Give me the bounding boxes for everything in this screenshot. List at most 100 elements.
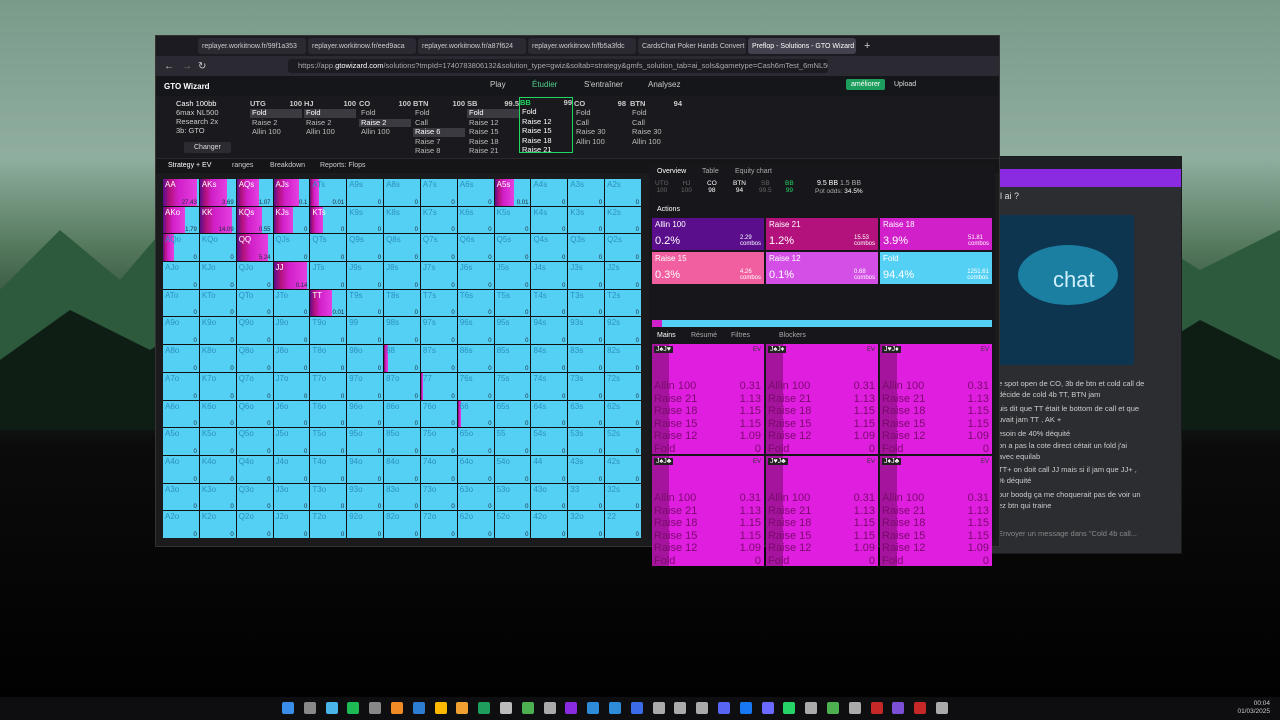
hand-cell[interactable]: Q4o 0 [236,455,273,483]
hand-cell[interactable]: 44 0 [531,455,568,483]
upload-button[interactable]: Upload [894,81,916,88]
position-action-option[interactable]: Raise 2 [304,118,356,128]
hand-cell[interactable]: 74o 0 [420,455,457,483]
hand-cell[interactable]: T2s 0 [605,289,641,317]
hand-cell[interactable]: 54o 0 [494,455,531,483]
hand-cell[interactable]: Q2s 0 [605,234,641,262]
taskbar-app-icon[interactable] [827,702,839,714]
hand-cell[interactable]: 94o 0 [347,455,384,483]
browser-tab[interactable]: CardsChat Poker Hands Convert [638,38,746,54]
hand-cell[interactable]: KTs 0 [310,206,347,234]
hand-cell[interactable]: 84o 0 [384,455,420,483]
hand-cell[interactable]: J4s 0 [531,262,568,289]
hand-cell[interactable]: AJs 0.1 [273,179,310,206]
hand-cell[interactable]: Q9s 0 [347,234,384,262]
hand-cell[interactable]: K7s 0 [420,206,457,234]
position-column-btn[interactable]: BTN 100 Fold Call Raise 6 Raise 7 Raise 8 [413,99,465,156]
browser-tab[interactable]: replayer.workitnow.fr/99f1a353 [198,38,306,54]
hand-cell[interactable]: J9s 0 [347,262,384,289]
hand-cell[interactable]: ATs 0.01 [310,179,347,206]
taskbar-app-icon[interactable] [936,702,948,714]
hand-cell[interactable]: T6o 0 [310,400,347,428]
change-settings-button[interactable]: Changer [184,142,231,153]
hand-cell[interactable]: Q7s 0 [420,234,457,262]
hand-cell[interactable]: 82s 0 [605,345,641,372]
hand-cell[interactable]: 72s 0 [605,372,641,400]
hand-cell[interactable]: 95s 0 [494,317,531,345]
hand-cell[interactable]: K5o 0 [199,428,236,455]
hand-cell[interactable]: 64o 0 [457,455,494,483]
hand-cell[interactable]: K6o 0 [199,400,236,428]
hand-cell[interactable]: Q6s 0 [457,234,494,262]
position-column-utg[interactable]: UTG 100 Fold Raise 2 Allin 100 [250,99,302,137]
hand-cell[interactable]: Q5o 0 [236,428,273,455]
hand-cell[interactable]: T4o 0 [310,455,347,483]
hand-cell[interactable]: J5o 0 [273,428,310,455]
hand-cell[interactable]: 73o 0 [420,483,457,511]
hand-cell[interactable]: QJo 0 [236,262,273,289]
hand-cell[interactable]: J8o 0 [273,345,310,372]
hand-cell[interactable]: K9o 0 [199,317,236,345]
browser-tab[interactable]: replayer.workitnow.fr/a87f624 [418,38,526,54]
hand-cell[interactable]: 84s 0 [531,345,568,372]
position-action-option[interactable]: Raise 2 [250,118,302,128]
hand-cell[interactable]: A3s 0 [568,179,605,206]
hand-cell[interactable]: K3s 0 [568,206,605,234]
hand-cell[interactable]: A4o 0 [163,455,199,483]
hand-cell[interactable]: 62o 0 [457,511,494,538]
hand-cell[interactable]: 32s 0 [605,483,641,511]
nav-analysez[interactable]: Analysez [648,80,680,89]
hand-cell[interactable]: K8o 0 [199,345,236,372]
taskbar-app-icon[interactable] [543,702,556,714]
breakdown-tab[interactable]: Breakdown [270,162,305,169]
position-action-option[interactable]: Raise 15 [467,127,519,137]
position-column-co[interactable]: CO 98 Fold Call Raise 30 Allin 100 [574,99,626,146]
forward-icon[interactable]: → [182,61,192,72]
hand-cell[interactable]: 95o 0 [347,428,384,455]
hand-cell[interactable]: J6s 0 [457,262,494,289]
hand-cell[interactable]: 92o 0 [347,511,384,538]
hand-cell[interactable]: 43o 0 [531,483,568,511]
hand-cell[interactable]: A6s 0 [457,179,494,206]
chat-message-input[interactable]: Envoyer un message dans "Cold 4b call... [998,529,1138,543]
position-action-option[interactable]: Allin 100 [630,137,682,147]
taskbar-app-icon[interactable] [412,702,425,714]
hand-cell[interactable]: KJs 0 [273,206,310,234]
position-column-co[interactable]: CO 100 Fold Raise 2 Allin 100 [359,99,411,137]
hand-detail-card[interactable]: J♥J♣ EV Allin 100 0.31 Raise 21 1.13 Raise 18 1… [766,456,878,566]
hand-cell[interactable]: 63o 0 [457,483,494,511]
hand-cell[interactable]: 93s 0 [568,317,605,345]
tab-equity-chart[interactable]: Equity chart [735,168,772,175]
action-summary-box[interactable]: Raise 18 3.9% 51.81 combos [880,218,992,250]
strategy-ev-dropdown[interactable]: Strategy + EV [168,162,211,169]
back-icon[interactable]: ← [164,61,174,72]
hand-cell[interactable]: Q6o 0 [236,400,273,428]
hand-detail-card[interactable]: J♠J♥ EV Allin 100 0.31 Raise 21 1.13 Raise 18 1… [652,344,764,454]
chat-image-preview[interactable]: chat [998,215,1134,365]
position-action-option[interactable]: Raise 7 [413,137,465,147]
hand-cell[interactable]: J4o 0 [273,455,310,483]
position-action-option[interactable]: Allin 100 [250,127,302,137]
browser-tab[interactable]: replayer.workitnow.fr/fb5a3fdc [528,38,636,54]
hands-subtab[interactable]: Filtres [731,332,750,339]
hand-cell[interactable]: Q7o 0 [236,372,273,400]
hand-cell[interactable]: T6s 0 [457,289,494,317]
hand-cell[interactable]: QTo 0 [236,289,273,317]
hand-cell[interactable]: 22 0 [605,511,641,538]
hand-cell[interactable]: 65s 0 [494,400,531,428]
position-action-option[interactable]: Allin 100 [304,127,356,137]
hand-cell[interactable]: AKs 3.69 [199,179,236,206]
position-action-option[interactable]: Raise 12 [520,117,572,127]
nav-play[interactable]: Play [490,80,506,89]
hand-cell[interactable]: 97o 0 [347,372,384,400]
position-action-option[interactable]: Raise 18 [467,137,519,147]
hand-cell[interactable]: KTo 0 [199,289,236,317]
action-summary-box[interactable]: Raise 15 0.3% 4.26 combos [652,252,764,284]
position-action-option[interactable]: Raise 30 [574,127,626,137]
position-action-option[interactable]: Allin 100 [359,127,411,137]
reload-icon[interactable]: ↻ [198,61,206,72]
hand-cell[interactable]: 96o 0 [347,400,384,428]
hand-cell[interactable]: 54s 0 [531,428,568,455]
hand-cell[interactable]: A3o 0 [163,483,199,511]
hand-cell[interactable]: 55 0 [494,428,531,455]
